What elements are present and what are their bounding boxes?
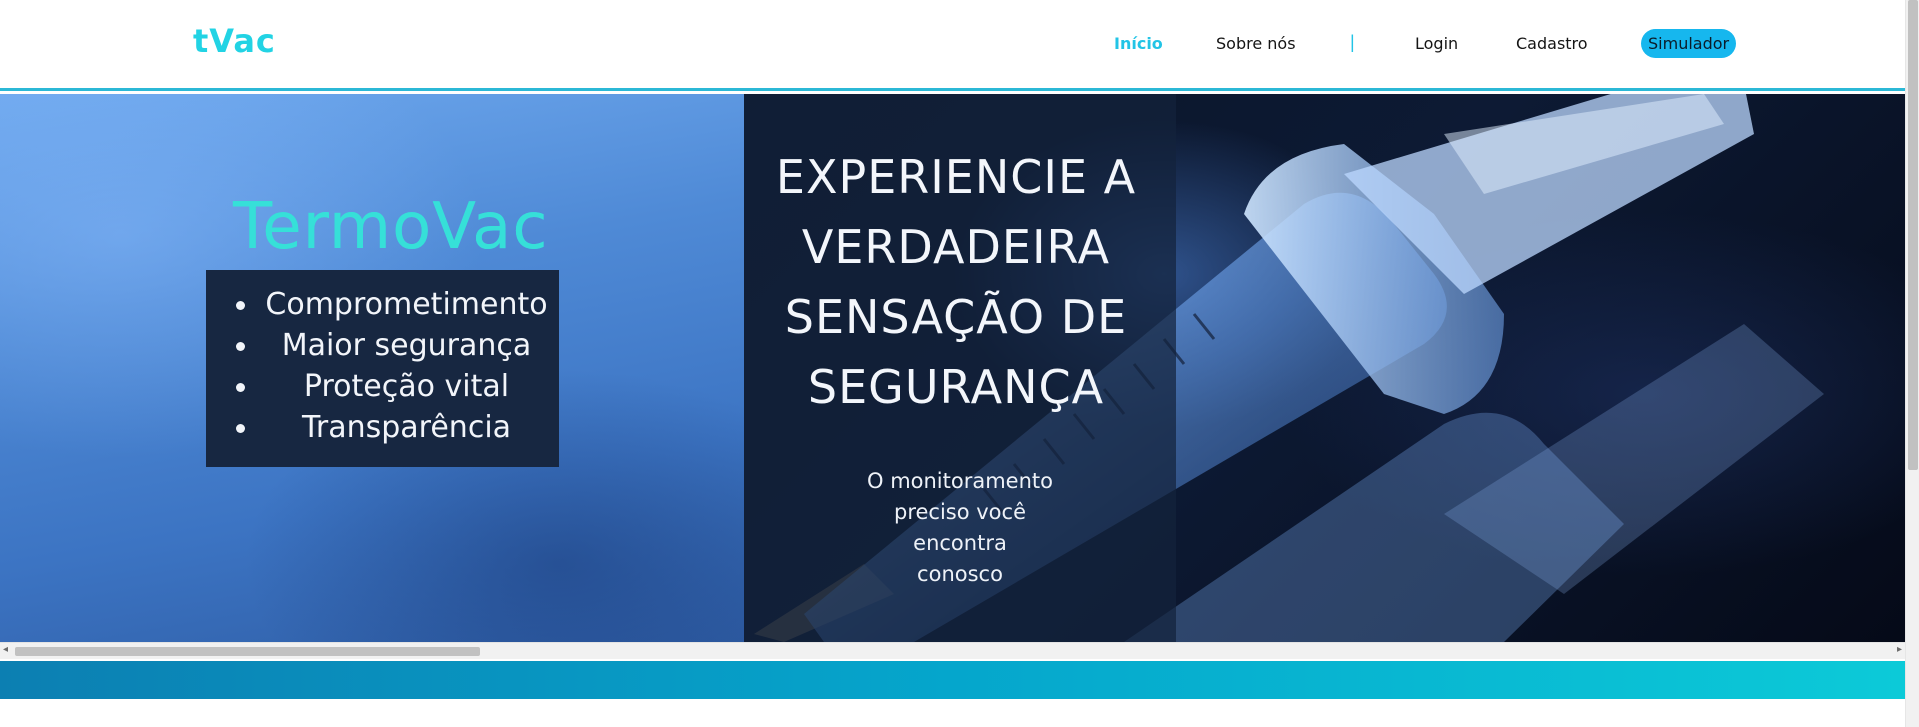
hero-subtext: O monitoramento preciso você encontra co… [860, 466, 1060, 590]
feature-item: Maior segurança [230, 325, 559, 366]
feature-item: Transparência [230, 407, 559, 448]
nav-separator: | [1350, 32, 1355, 52]
nav-link-register[interactable]: Cadastro [1516, 34, 1588, 53]
features-box: Comprometimento Maior segurança Proteção… [206, 270, 559, 467]
headline-line: SENSAÇÃO DE [784, 290, 1128, 344]
hero-section: TermoVac Comprometimento Maior segurança… [0, 94, 1905, 642]
horizontal-scrollbar[interactable]: ◂ ▸ [0, 642, 1905, 659]
site-logo[interactable]: tVac [193, 22, 276, 60]
scroll-left-arrow-icon[interactable]: ◂ [3, 644, 8, 655]
headline-line: SEGURANÇA [807, 360, 1105, 414]
simulator-button[interactable]: Simulador [1641, 29, 1737, 58]
feature-item: Proteção vital [230, 366, 559, 407]
nav-link-home[interactable]: Início [1114, 34, 1163, 53]
headline-line: EXPERIENCIE A [775, 150, 1137, 204]
nav-link-login[interactable]: Login [1415, 34, 1458, 53]
horizontal-scroll-thumb[interactable] [15, 647, 480, 656]
vertical-scrollbar[interactable] [1905, 0, 1919, 727]
subtext-line: preciso você [893, 500, 1026, 524]
subtext-line: O monitoramento [866, 469, 1053, 493]
feature-item: Comprometimento [230, 284, 559, 325]
brand-title: TermoVac [233, 190, 549, 264]
hero-headline: EXPERIENCIE A VERDADEIRA SENSAÇÃO DE SEG… [760, 142, 1152, 422]
section-band [0, 661, 1905, 699]
subtext-line: conosco [917, 562, 1003, 586]
site-header: tVac Início Sobre nós | Login Cadastro S… [0, 0, 1905, 91]
headline-line: VERDADEIRA [801, 220, 1111, 274]
subtext-line: encontra [913, 531, 1007, 555]
features-list: Comprometimento Maior segurança Proteção… [206, 284, 559, 448]
nav-link-about[interactable]: Sobre nós [1216, 34, 1296, 53]
scroll-right-arrow-icon[interactable]: ▸ [1897, 644, 1902, 655]
vertical-scroll-thumb[interactable] [1908, 0, 1918, 470]
